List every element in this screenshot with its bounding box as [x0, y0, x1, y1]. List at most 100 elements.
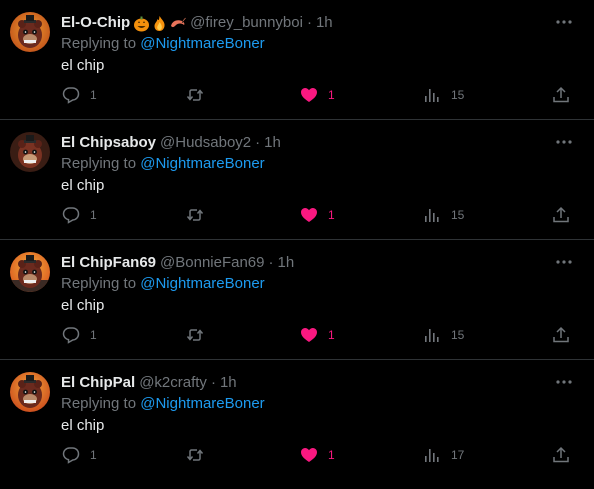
mention-link[interactable]: @NightmareBoner [140, 35, 264, 52]
like-button[interactable]: 1 [300, 204, 335, 226]
reply-button[interactable]: 1 [62, 444, 97, 466]
separator-dot: · [306, 14, 312, 31]
replying-label: Replying to [61, 155, 141, 172]
more-horizontal-icon [556, 140, 572, 144]
reply-bubble-icon [62, 327, 80, 344]
views-bar-chart-icon [425, 209, 439, 222]
replying-to: Replying to @NightmareBoner [61, 394, 265, 414]
tweet-header: El ChipFan69 @BonnieFan69 · 1h [61, 253, 294, 273]
views-button[interactable]: 17 [423, 444, 464, 466]
views-bar-chart-icon [425, 89, 439, 102]
reply-button[interactable]: 1 [62, 204, 97, 226]
tweet[interactable]: El-O-Chip @firey_bunnyboi · 1h Replying … [0, 0, 594, 120]
display-name[interactable]: El-O-Chip [61, 13, 130, 33]
retweet-icon [186, 449, 204, 461]
timestamp[interactable]: 1h [316, 13, 333, 33]
replying-label: Replying to [61, 395, 141, 412]
view-count: 15 [451, 208, 465, 222]
more-options-button[interactable] [554, 132, 574, 152]
reply-bubble-icon [62, 87, 80, 104]
avatar[interactable] [10, 12, 50, 52]
more-horizontal-icon [556, 20, 572, 24]
heart-filled-icon [301, 328, 317, 342]
retweet-button[interactable] [186, 444, 214, 466]
heart-filled-icon [301, 88, 317, 102]
share-button[interactable] [552, 324, 570, 346]
views-button[interactable]: 15 [423, 84, 464, 106]
tweet-header: El-O-Chip @firey_bunnyboi · 1h [61, 13, 333, 33]
avatar[interactable] [10, 252, 50, 292]
display-name[interactable]: El ChipPal [61, 373, 135, 393]
view-count: 15 [451, 328, 465, 342]
display-name[interactable]: El ChipFan69 [61, 253, 156, 273]
timestamp[interactable]: 1h [264, 133, 281, 153]
views-button[interactable]: 15 [423, 324, 464, 346]
avatar[interactable] [10, 132, 50, 172]
tweet-header: El Chipsaboy @Hudsaboy2 · 1h [61, 133, 281, 153]
fire-icon [154, 15, 165, 31]
share-upload-icon [553, 326, 569, 343]
share-button[interactable] [552, 204, 570, 226]
jack-o-lantern-icon [134, 16, 150, 31]
views-bar-chart-icon [425, 449, 439, 462]
views-button[interactable]: 15 [423, 204, 464, 226]
timestamp[interactable]: 1h [278, 253, 295, 273]
reply-count: 1 [90, 88, 97, 102]
replying-to: Replying to @NightmareBoner [61, 154, 265, 174]
tweet-text: el chip [61, 417, 105, 434]
avatar[interactable] [10, 372, 50, 412]
reply-button[interactable]: 1 [62, 324, 97, 346]
separator-dot: · [255, 134, 261, 151]
tweet-text: el chip [61, 297, 105, 314]
separator-dot: · [210, 374, 216, 391]
like-button[interactable]: 1 [300, 84, 335, 106]
retweet-icon [186, 209, 204, 221]
mention-link[interactable]: @NightmareBoner [140, 275, 264, 292]
user-handle[interactable]: @firey_bunnyboi [190, 13, 303, 33]
share-button[interactable] [552, 444, 570, 466]
retweet-button[interactable] [186, 324, 214, 346]
like-button[interactable]: 1 [300, 324, 335, 346]
replying-to: Replying to @NightmareBoner [61, 274, 265, 294]
separator-dot: · [268, 254, 274, 271]
retweet-button[interactable] [186, 84, 214, 106]
replying-label: Replying to [61, 35, 141, 52]
share-button[interactable] [552, 84, 570, 106]
replying-to: Replying to @NightmareBoner [61, 34, 265, 54]
like-count: 1 [328, 448, 335, 462]
retweet-icon [186, 329, 204, 341]
reply-bubble-icon [62, 207, 80, 224]
like-count: 1 [328, 208, 335, 222]
reply-count: 1 [90, 448, 97, 462]
timestamp[interactable]: 1h [220, 373, 237, 393]
tweet[interactable]: El ChipPal @k2crafty · 1h Replying to @N… [0, 360, 594, 480]
shrimp-icon [171, 17, 186, 27]
tweet[interactable]: El ChipFan69 @BonnieFan69 · 1h Replying … [0, 240, 594, 360]
reply-bubble-icon [62, 447, 80, 464]
tweet-text: el chip [61, 177, 105, 194]
retweet-button[interactable] [186, 204, 214, 226]
more-horizontal-icon [556, 380, 572, 384]
user-handle[interactable]: @Hudsaboy2 [160, 133, 251, 153]
tweet-text: el chip [61, 57, 105, 74]
mention-link[interactable]: @NightmareBoner [140, 395, 264, 412]
heart-filled-icon [301, 448, 317, 462]
more-horizontal-icon [556, 260, 572, 264]
reply-feed: El-O-Chip @firey_bunnyboi · 1h Replying … [0, 0, 594, 489]
like-count: 1 [328, 328, 335, 342]
retweet-icon [186, 89, 204, 101]
replying-label: Replying to [61, 275, 141, 292]
view-count: 15 [451, 88, 465, 102]
user-handle[interactable]: @k2crafty [139, 373, 207, 393]
more-options-button[interactable] [554, 12, 574, 32]
view-count: 17 [451, 448, 465, 462]
user-handle[interactable]: @BonnieFan69 [160, 253, 264, 273]
display-name[interactable]: El Chipsaboy [61, 133, 156, 153]
more-options-button[interactable] [554, 372, 574, 392]
reply-button[interactable]: 1 [62, 84, 97, 106]
mention-link[interactable]: @NightmareBoner [140, 155, 264, 172]
share-upload-icon [553, 446, 569, 463]
more-options-button[interactable] [554, 252, 574, 272]
tweet[interactable]: El Chipsaboy @Hudsaboy2 · 1h Replying to… [0, 120, 594, 240]
like-button[interactable]: 1 [300, 444, 335, 466]
